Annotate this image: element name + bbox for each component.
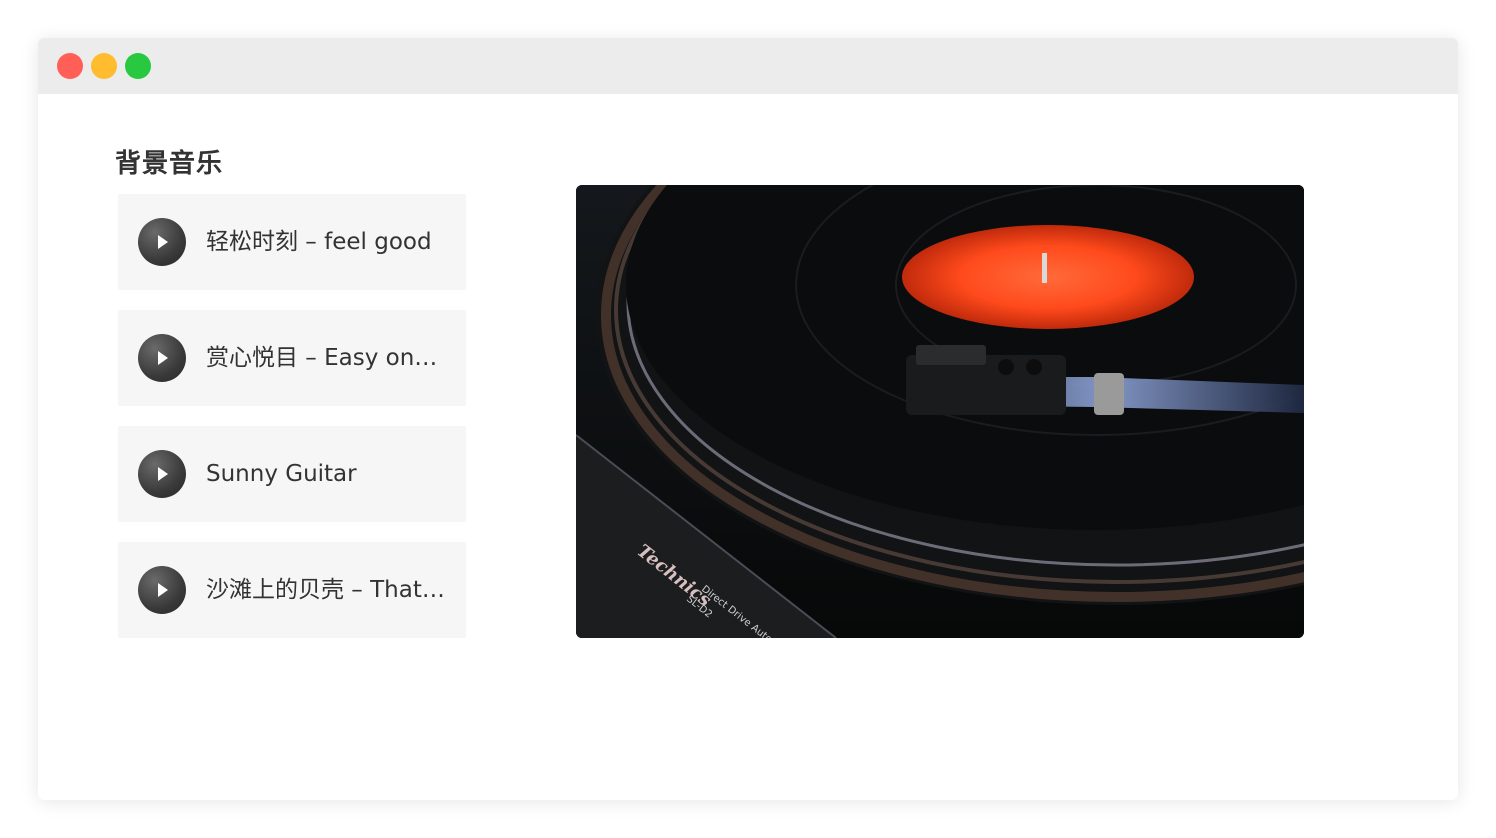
play-button[interactable] (138, 334, 186, 382)
minimize-button[interactable] (91, 53, 117, 79)
play-icon (158, 583, 168, 597)
title-bar (38, 38, 1458, 94)
track-label: 赏心悦目 – Easy on… (206, 345, 438, 371)
track-item[interactable]: 沙滩上的贝壳 – That… (118, 542, 466, 638)
play-button[interactable] (138, 566, 186, 614)
play-icon (158, 351, 168, 365)
track-label: Sunny Guitar (206, 461, 357, 487)
section-title: 背景音乐 (115, 149, 224, 179)
play-icon (158, 235, 168, 249)
track-item[interactable]: 轻松时刻 – feel good (118, 194, 466, 290)
track-label: 轻松时刻 – feel good (206, 229, 432, 255)
close-button[interactable] (57, 53, 83, 79)
track-item[interactable]: 赏心悦目 – Easy on… (118, 310, 466, 406)
track-item[interactable]: Sunny Guitar (118, 426, 466, 522)
track-label: 沙滩上的贝壳 – That… (206, 577, 445, 603)
play-button[interactable] (138, 450, 186, 498)
maximize-button[interactable] (125, 53, 151, 79)
play-icon (158, 467, 168, 481)
app-window: 背景音乐 轻松时刻 – feel good 赏心悦目 – Easy on… Su… (38, 38, 1458, 800)
play-button[interactable] (138, 218, 186, 266)
turntable-photo: Technics Direct Drive Automatic SL-D2 (576, 185, 1304, 638)
